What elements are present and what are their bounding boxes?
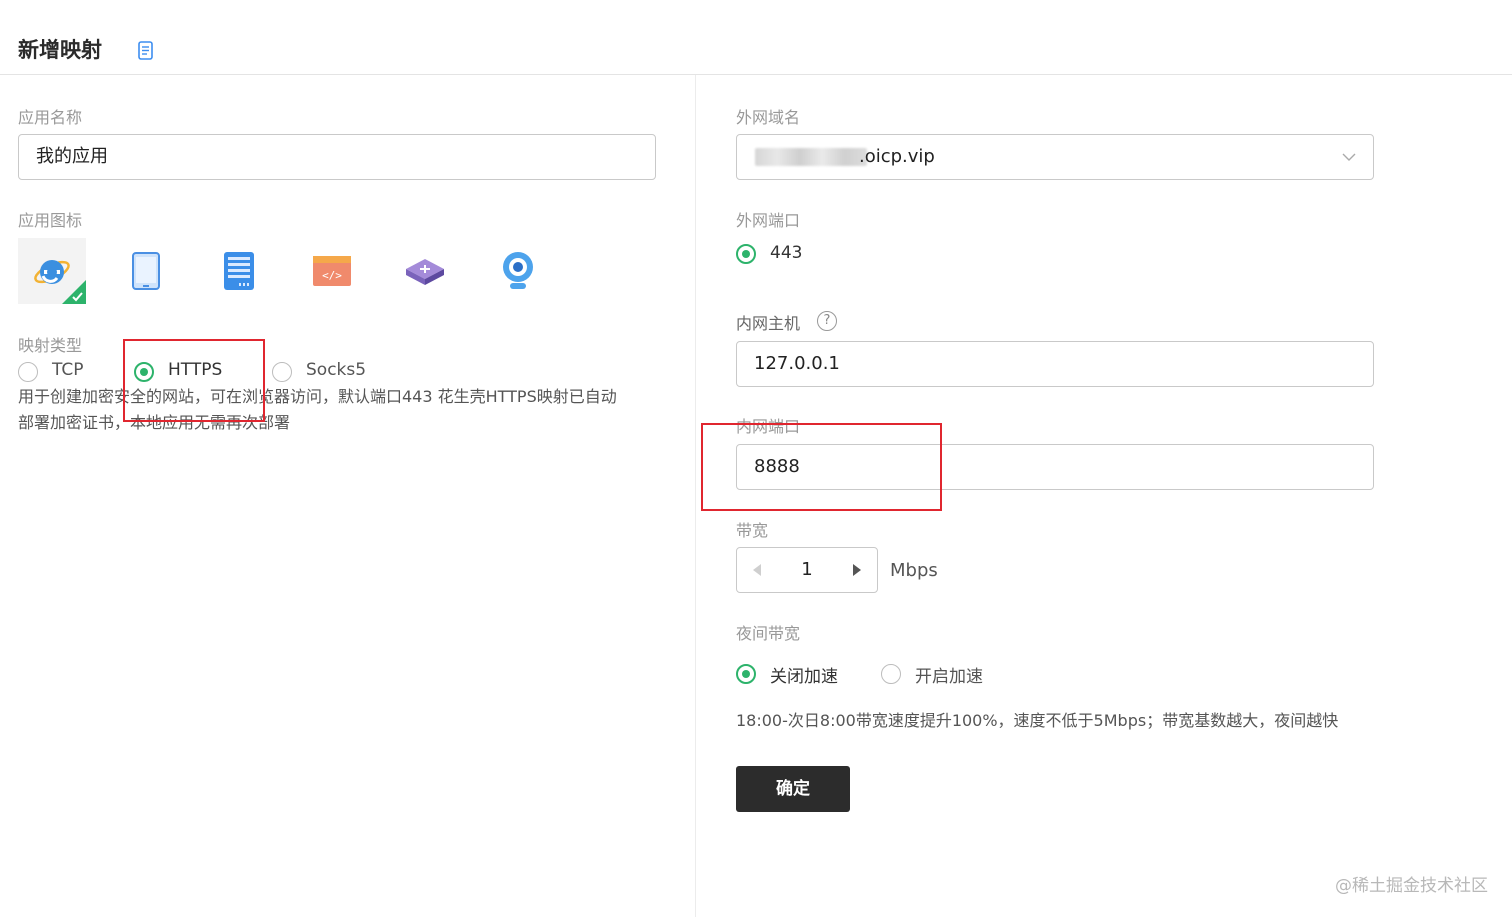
column-divider xyxy=(695,75,696,917)
bandwidth-stepper[interactable]: 1 xyxy=(736,547,878,593)
bandwidth-value[interactable]: 1 xyxy=(777,548,837,592)
caret-left-icon xyxy=(753,564,761,576)
webcam-icon[interactable] xyxy=(490,243,546,299)
document-icon[interactable] xyxy=(136,40,156,62)
radio-external-port-443[interactable] xyxy=(736,244,756,264)
decrement-button[interactable] xyxy=(737,548,777,592)
night-bandwidth-label: 夜间带宽 xyxy=(736,624,801,643)
external-port-label: 外网端口 xyxy=(736,211,801,230)
app-name-input[interactable]: 我的应用 xyxy=(18,134,656,180)
caret-right-icon xyxy=(853,564,861,576)
confirm-button[interactable]: 确定 xyxy=(736,766,850,812)
mapping-type-description-line1: 用于创建加密安全的网站，可在浏览器访问，默认端口443 花生壳HTTPS映射已自… xyxy=(18,387,617,406)
radio-acceleration-off[interactable] xyxy=(736,664,756,684)
external-domain-select[interactable]: .oicp.vip xyxy=(736,134,1374,180)
help-icon[interactable]: ? xyxy=(817,311,837,331)
radio-acceleration-off-label[interactable]: 关闭加速 xyxy=(770,662,838,687)
code-window-icon[interactable]: </> xyxy=(304,243,360,299)
internal-port-highlight-box xyxy=(701,423,942,511)
radio-acceleration-on[interactable] xyxy=(881,664,901,684)
external-domain-label: 外网域名 xyxy=(736,108,801,127)
svg-text:</>: </> xyxy=(322,269,342,282)
router-icon[interactable] xyxy=(397,243,453,299)
internal-host-label: 内网主机 xyxy=(736,314,801,333)
page-header: 新增映射 xyxy=(0,0,1512,75)
external-port-value[interactable]: 443 xyxy=(770,243,802,263)
page-title: 新增映射 xyxy=(18,38,102,62)
bandwidth-label: 带宽 xyxy=(736,521,769,540)
tablet-icon[interactable] xyxy=(118,243,174,299)
app-icon-label: 应用图标 xyxy=(18,211,83,230)
night-bandwidth-hint: 18:00-次日8:00带宽速度提升100%，速度不低于5Mbps；带宽基数越大… xyxy=(736,711,1339,730)
app-name-label: 应用名称 xyxy=(18,108,83,127)
bandwidth-unit: Mbps xyxy=(890,560,938,581)
blurred-domain-prefix xyxy=(755,148,867,166)
radio-tcp-label[interactable]: TCP xyxy=(52,360,84,380)
chevron-down-icon xyxy=(1342,153,1356,161)
radio-tcp[interactable] xyxy=(18,362,38,382)
external-domain-value: .oicp.vip xyxy=(859,146,935,167)
server-icon[interactable] xyxy=(211,243,267,299)
radio-socks5-label[interactable]: Socks5 xyxy=(306,360,366,380)
radio-socks5[interactable] xyxy=(272,362,292,382)
ie-browser-icon[interactable] xyxy=(18,238,86,304)
https-highlight-box xyxy=(123,339,265,422)
increment-button[interactable] xyxy=(837,548,877,592)
mapping-type-label: 映射类型 xyxy=(18,336,83,355)
radio-acceleration-on-label[interactable]: 开启加速 xyxy=(915,662,983,687)
internal-host-input[interactable]: 127.0.0.1 xyxy=(736,341,1374,387)
selected-check-icon xyxy=(62,280,86,304)
watermark: @稀土掘金技术社区 xyxy=(1335,876,1488,896)
